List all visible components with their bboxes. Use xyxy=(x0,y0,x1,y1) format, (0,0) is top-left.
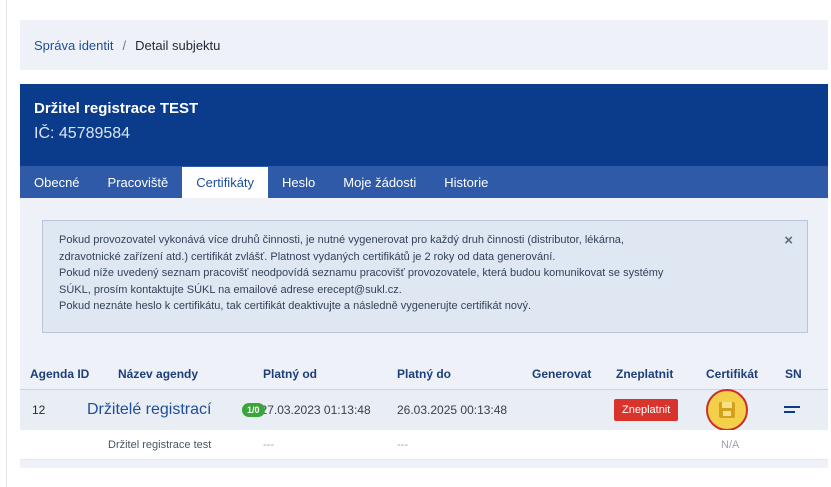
download-certificate-button[interactable] xyxy=(706,389,748,431)
table-subrow: Držitel registrace test --- --- N/A xyxy=(20,430,828,460)
subject-header: Držitel registrace TEST IČ: 45789584 xyxy=(20,84,828,166)
col-valid-from: Platný od xyxy=(263,366,318,381)
subrow-valid-to: --- xyxy=(397,438,408,451)
certificate-cell xyxy=(706,388,748,432)
agenda-id-cell: 12 xyxy=(32,403,46,417)
agenda-name-link[interactable]: Držitelé registrací xyxy=(87,390,211,430)
subrow-certificate-status: N/A xyxy=(721,438,740,451)
subject-ic: IČ: 45789584 xyxy=(34,125,131,142)
col-valid-to: Platný do xyxy=(397,366,452,381)
certificates-table: Agenda ID Název agendy Platný od Platný … xyxy=(20,358,828,460)
breadcrumb-separator: / xyxy=(122,37,127,53)
tab-workplaces[interactable]: Pracoviště xyxy=(94,166,183,198)
invalidate-button[interactable]: Zneplatnit xyxy=(614,399,679,421)
page-title: Držitel registrace TEST xyxy=(34,100,199,117)
col-certificate: Certifikát xyxy=(706,366,759,381)
valid-from-cell: 1/0 27.03.2023 01:13:48 xyxy=(242,390,371,430)
col-generate: Generovat xyxy=(532,366,592,381)
alert-line: SÚKL, prosím kontaktujte SÚKL na emailov… xyxy=(59,283,402,296)
count-badge: 1/0 xyxy=(242,403,265,417)
breadcrumb-current: Detail subjektu xyxy=(135,37,221,53)
valid-from-date: 27.03.2023 01:13:48 xyxy=(260,403,371,417)
col-agenda-id: Agenda ID xyxy=(30,366,90,381)
close-icon[interactable]: × xyxy=(784,232,793,250)
certificates-panel: Pokud provozovatel vykonává více druhů č… xyxy=(20,198,828,468)
menu-lines-icon[interactable] xyxy=(784,405,800,415)
table-row: 12 Držitelé registrací 1/0 27.03.2023 01… xyxy=(20,388,828,432)
invalidate-cell: Zneplatnit xyxy=(614,390,679,430)
col-agenda-name: Název agendy xyxy=(118,366,199,381)
tab-certificates[interactable]: Certifikáty xyxy=(182,166,269,198)
tab-password[interactable]: Heslo xyxy=(268,166,329,198)
tab-my-requests[interactable]: Moje žádosti xyxy=(329,166,430,198)
valid-to-cell: 26.03.2025 00:13:48 xyxy=(397,403,508,417)
col-sn: SN xyxy=(785,366,802,381)
alert-line: Pokud provozovatel vykonává více druhů č… xyxy=(59,234,624,246)
tab-bar: Obecné Pracoviště Certifikáty Heslo Moje… xyxy=(20,166,828,198)
tab-general[interactable]: Obecné xyxy=(20,166,94,198)
subrow-valid-from: --- xyxy=(263,438,274,451)
sn-cell xyxy=(784,390,800,430)
breadcrumb: Správa identit / Detail subjektu xyxy=(20,20,828,70)
col-invalidate: Zneplatnit xyxy=(616,366,674,381)
alert-line: Pokud níže uvedený seznam pracovišť neod… xyxy=(59,267,664,279)
save-icon xyxy=(719,402,735,418)
table-header: Agenda ID Název agendy Platný od Platný … xyxy=(20,358,828,390)
tab-history[interactable]: Historie xyxy=(430,166,502,198)
alert-line: zdravotnické zařízení atd.) certifikát z… xyxy=(59,250,556,263)
subject-name-cell: Držitel registrace test xyxy=(108,438,212,451)
breadcrumb-link-identity-management[interactable]: Správa identit xyxy=(34,38,114,53)
info-alert: Pokud provozovatel vykonává více druhů č… xyxy=(42,220,808,333)
alert-line: Pokud neznáte heslo k certifikátu, tak c… xyxy=(59,300,532,312)
